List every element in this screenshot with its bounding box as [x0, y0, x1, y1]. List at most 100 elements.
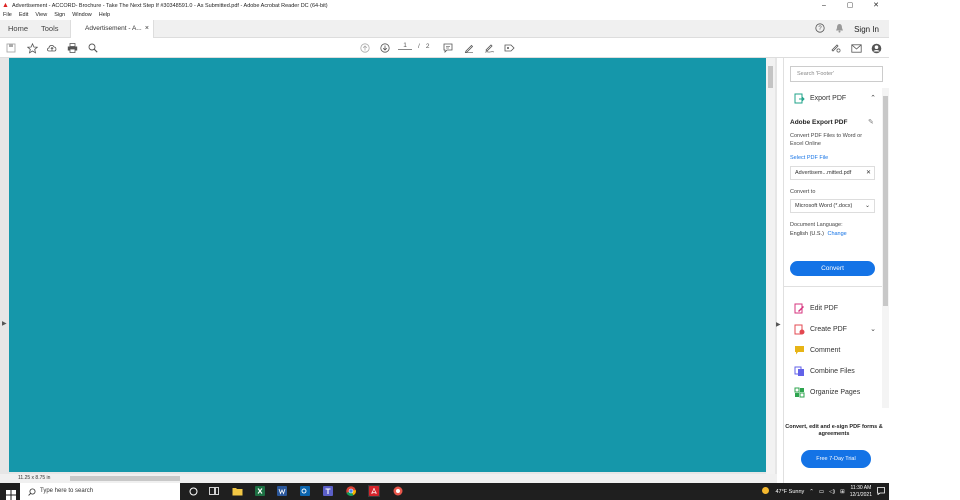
tool-organize-pages[interactable]: Organize Pages: [784, 382, 884, 402]
title-bar: ▲ Advertisement - ACCORD- Brochure - Tak…: [0, 0, 889, 11]
panel-divider: [784, 286, 884, 287]
convert-to-label: Convert to: [790, 189, 816, 195]
tab-home[interactable]: Home: [8, 20, 28, 37]
selected-file-name: Advertisem...mitted.pdf: [795, 170, 852, 176]
menu-view[interactable]: View: [35, 11, 47, 20]
organize-pages-icon: [794, 387, 805, 398]
tools-pane-scrollbar[interactable]: [882, 88, 889, 408]
clock[interactable]: 11:30 AM 12/1/2021: [850, 485, 872, 499]
menu-edit[interactable]: Edit: [19, 11, 28, 20]
cortana-icon[interactable]: [187, 485, 199, 497]
excel-icon[interactable]: [254, 485, 266, 497]
format-select[interactable]: Microsoft Word (*.docx) ⌄: [790, 199, 875, 213]
create-pdf-icon: [794, 324, 805, 335]
menu-bar: File Edit View Sign Window Help: [0, 11, 117, 20]
tab-bar: Home Tools Advertisement - A... × ? Sign…: [0, 20, 889, 38]
main-toolbar: 1 / 2: [0, 38, 889, 58]
file-explorer-icon[interactable]: [231, 485, 243, 497]
clock-time: 11:30 AM: [850, 484, 872, 491]
left-panel-toggle-icon[interactable]: ▶: [2, 320, 7, 327]
tool-combine-files-label: Combine Files: [810, 367, 855, 375]
page-down-icon[interactable]: [378, 41, 392, 55]
mail-icon[interactable]: [849, 41, 863, 55]
tool-edit-pdf-label: Edit PDF: [810, 304, 839, 312]
free-trial-button[interactable]: Free 7-Day Trial: [801, 450, 871, 468]
pen-icon[interactable]: [462, 41, 476, 55]
minimize-button[interactable]: –: [811, 0, 837, 11]
chevron-up-icon[interactable]: ⌃: [809, 489, 814, 495]
chevron-down-icon[interactable]: ⌄: [870, 325, 876, 333]
windows-start-icon[interactable]: [6, 487, 16, 500]
tool-comment[interactable]: Comment: [784, 340, 884, 360]
help-icon-glyph: ?: [818, 26, 822, 32]
word-icon[interactable]: [276, 485, 288, 497]
zoom-search-icon[interactable]: [86, 41, 100, 55]
tool-combine-files[interactable]: Combine Files: [784, 361, 884, 381]
change-language-link[interactable]: Change: [827, 231, 846, 237]
page-up-icon[interactable]: [358, 41, 372, 55]
network-icon[interactable]: ▭: [819, 489, 824, 495]
app-icon[interactable]: [392, 485, 404, 497]
chrome-icon[interactable]: [345, 485, 357, 497]
keyboard-icon[interactable]: ⊞: [840, 489, 845, 495]
tab-document[interactable]: Advertisement - A... ×: [70, 20, 154, 38]
more-tools-icon[interactable]: [502, 41, 516, 55]
menu-window[interactable]: Window: [72, 11, 92, 20]
notification-icon[interactable]: [877, 486, 885, 497]
star-icon[interactable]: [25, 41, 39, 55]
account-icon[interactable]: [869, 41, 883, 55]
export-pdf-header[interactable]: Export PDF ⌃: [784, 88, 884, 108]
selected-file-box: Advertisem...mitted.pdf ✕: [790, 166, 875, 180]
document-horizontal-scrollbar[interactable]: [70, 476, 180, 481]
export-description: Convert PDF Files to Word or Excel Onlin…: [790, 133, 863, 147]
acrobat-taskbar-icon[interactable]: [368, 485, 380, 497]
scrollbar-thumb[interactable]: [768, 66, 773, 88]
tools-search-input[interactable]: Search 'Footer': [790, 66, 883, 82]
menu-sign[interactable]: Sign: [54, 11, 65, 20]
tab-close-icon[interactable]: ×: [145, 20, 149, 38]
menu-file[interactable]: File: [3, 11, 12, 20]
tool-create-pdf[interactable]: Create PDF ⌄: [784, 319, 884, 339]
comment-tool-icon: [794, 345, 805, 356]
right-panel-toggle-icon[interactable]: ▶: [776, 321, 781, 328]
save-icon[interactable]: [4, 41, 18, 55]
tool-create-pdf-label: Create PDF: [810, 325, 847, 333]
document-view[interactable]: ▶ ▶: [0, 58, 781, 474]
comment-icon[interactable]: [441, 41, 455, 55]
page-total: 2: [425, 42, 430, 50]
teams-icon[interactable]: [322, 485, 334, 497]
tool-edit-pdf[interactable]: Edit PDF: [784, 298, 884, 318]
tab-document-label: Advertisement - A...: [85, 25, 142, 32]
outlook-icon[interactable]: [299, 485, 311, 497]
volume-icon[interactable]: ◁): [829, 489, 835, 495]
maximize-button[interactable]: ▢: [837, 0, 863, 11]
acrobat-logo-icon: ▲: [2, 2, 9, 9]
page-number-input[interactable]: 1: [398, 42, 412, 50]
weather-text[interactable]: 47°F Sunny: [775, 489, 804, 495]
menu-help[interactable]: Help: [99, 11, 110, 20]
export-pdf-icon: [794, 93, 805, 104]
cloud-upload-icon[interactable]: [45, 41, 59, 55]
help-icon[interactable]: ?: [815, 23, 825, 35]
chevron-up-icon[interactable]: ⌃: [870, 94, 876, 102]
window-title: Advertisement - ACCORD- Brochure - Take …: [12, 2, 328, 9]
bell-icon[interactable]: [835, 23, 844, 35]
task-view-icon[interactable]: [208, 485, 220, 497]
tab-tools[interactable]: Tools: [41, 20, 59, 37]
convert-button[interactable]: Convert: [790, 261, 875, 276]
remove-file-icon[interactable]: ✕: [866, 167, 871, 179]
tools-pane-scroll-thumb[interactable]: [883, 96, 888, 306]
fill-sign-icon[interactable]: [828, 41, 842, 55]
weather-icon[interactable]: [761, 486, 770, 497]
sign-icon[interactable]: [482, 41, 496, 55]
select-pdf-link[interactable]: Select PDF File: [790, 155, 828, 161]
taskbar-search-input[interactable]: Type here to search: [20, 483, 180, 500]
pdf-page[interactable]: [9, 58, 766, 472]
close-button[interactable]: ✕: [863, 0, 889, 11]
sign-in-link[interactable]: Sign In: [854, 25, 879, 34]
acrobat-window: ▲ Advertisement - ACCORD- Brochure - Tak…: [0, 0, 889, 500]
export-settings-icon[interactable]: ✎: [868, 118, 874, 126]
taskbar-search-placeholder: Type here to search: [40, 488, 94, 494]
document-vertical-scrollbar[interactable]: [766, 58, 775, 474]
print-icon[interactable]: [65, 41, 79, 55]
